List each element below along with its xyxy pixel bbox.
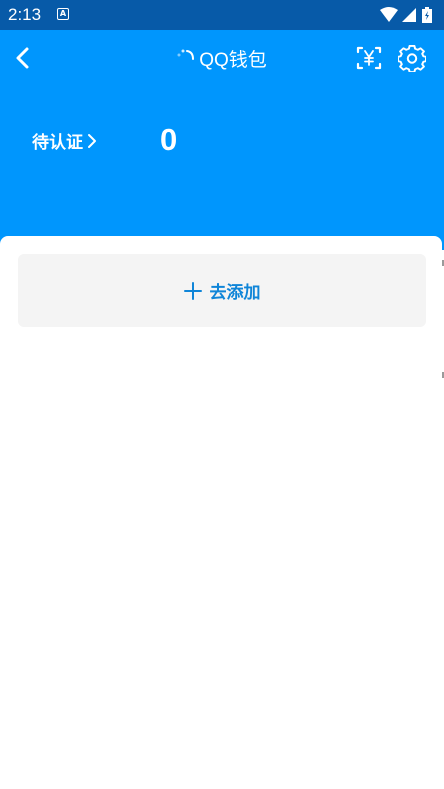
add-button[interactable]: 去添加 <box>18 254 426 327</box>
signal-icon <box>402 8 416 22</box>
gear-icon[interactable] <box>398 44 426 72</box>
pending-verification-link[interactable]: 待认证 <box>32 128 97 153</box>
scan-yuan-icon[interactable] <box>356 44 382 72</box>
pending-label: 待认证 <box>32 133 83 153</box>
wifi-icon <box>380 7 398 22</box>
app-header: QQ钱包 待认证 0 <box>0 30 444 250</box>
notification-icon: A <box>57 8 69 20</box>
status-icons <box>380 7 432 23</box>
content-card: 去添加 <box>0 236 442 789</box>
status-time: 2:13 <box>8 5 42 24</box>
pending-count: 0 <box>160 122 178 157</box>
page-title: QQ钱包 <box>199 49 267 71</box>
battery-icon <box>422 7 432 23</box>
loading-spinner-icon <box>177 49 195 60</box>
add-label: 去添加 <box>209 283 261 303</box>
status-bar: 2:13 A <box>0 0 444 30</box>
chevron-right-icon <box>88 133 96 148</box>
plus-icon <box>183 281 202 300</box>
